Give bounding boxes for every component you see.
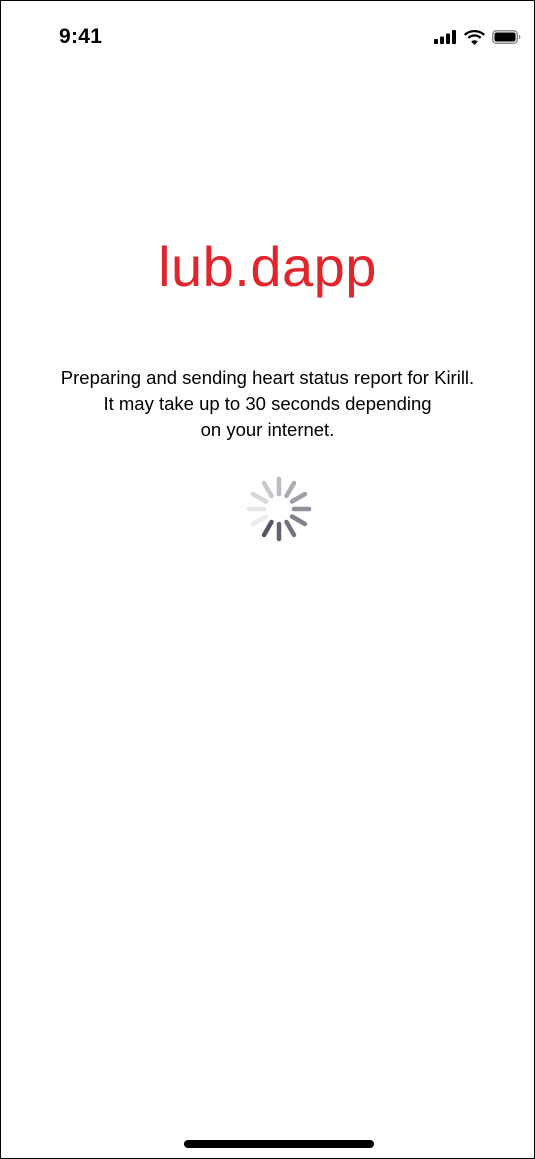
status-message-line: Preparing and sending heart status repor… bbox=[60, 367, 475, 388]
wifi-icon bbox=[464, 29, 485, 45]
spinner-spoke bbox=[289, 514, 308, 527]
spinner-spoke bbox=[284, 480, 297, 499]
status-bar: 9:41 bbox=[1, 1, 534, 71]
phone-screen: 9:41 lub.dapp Preparing and sending hear… bbox=[0, 0, 535, 1159]
status-icons bbox=[427, 28, 521, 46]
status-message: Preparing and sending heart status repor… bbox=[1, 365, 534, 443]
spinner-spoke bbox=[261, 480, 274, 499]
activity-spinner-icon bbox=[241, 471, 317, 547]
status-time: 9:41 bbox=[59, 25, 103, 48]
spinner-spoke bbox=[250, 514, 269, 527]
battery-icon bbox=[492, 30, 521, 44]
home-indicator[interactable] bbox=[184, 1140, 374, 1148]
spinner-spoke bbox=[284, 519, 297, 538]
spinner-spoke bbox=[261, 519, 274, 538]
spinner-spoke bbox=[250, 491, 269, 504]
spinner-spoke bbox=[289, 491, 308, 504]
status-message-line: It may take up to 30 seconds depending bbox=[103, 393, 432, 414]
status-message-line: on your internet. bbox=[200, 419, 335, 440]
cellular-signal-icon bbox=[434, 30, 457, 44]
brand-logo: lub.dapp bbox=[158, 235, 377, 298]
